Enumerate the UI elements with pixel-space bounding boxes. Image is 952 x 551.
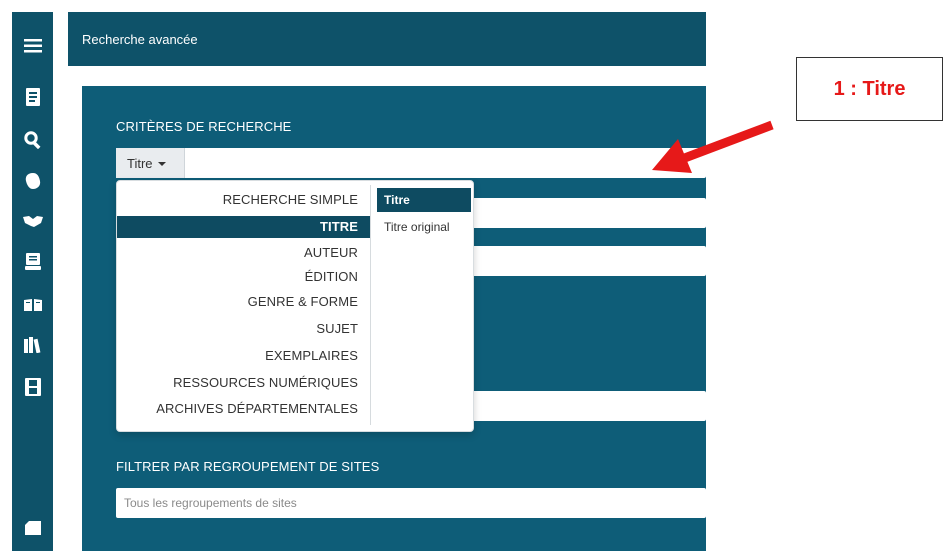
- title-search-input[interactable]: [116, 148, 706, 178]
- top-bar: Recherche avancée: [68, 12, 706, 66]
- category-exemplaires[interactable]: EXEMPLAIRES: [265, 348, 358, 363]
- menu-icon[interactable]: [12, 33, 53, 59]
- criteria-label: CRITÈRES DE RECHERCHE: [116, 119, 292, 134]
- category-edition[interactable]: ÉDITION: [305, 269, 358, 284]
- site-group-placeholder: Tous les regroupements de sites: [124, 496, 297, 510]
- site-group-field[interactable]: Tous les regroupements de sites: [116, 488, 706, 518]
- inbox-icon[interactable]: [12, 249, 53, 275]
- category-sujet[interactable]: SUJET: [316, 321, 358, 336]
- sidebar: [12, 12, 53, 551]
- criteria-dropdown: RECHERCHE SIMPLE TITRE AUTEUR ÉDITION GE…: [116, 180, 474, 432]
- search-field-3[interactable]: [470, 246, 706, 276]
- filter-label: FILTRER PAR REGROUPEMENT DE SITES: [116, 459, 380, 474]
- document-icon[interactable]: [12, 84, 53, 110]
- search-field-2[interactable]: [470, 198, 706, 228]
- film-icon[interactable]: [12, 374, 53, 400]
- annotation-callout: 1 : Titre: [796, 57, 943, 121]
- subitem-titre-original[interactable]: Titre original: [377, 220, 450, 234]
- page-title: Recherche avancée: [82, 32, 198, 47]
- search-icon[interactable]: [12, 127, 53, 153]
- category-list: RECHERCHE SIMPLE TITRE AUTEUR ÉDITION GE…: [117, 181, 370, 431]
- annotation-arrow-icon: [652, 120, 774, 173]
- category-titre[interactable]: TITRE: [117, 216, 370, 238]
- category-genre-forme[interactable]: GENRE & FORME: [248, 294, 358, 309]
- subitem-titre[interactable]: Titre: [377, 188, 471, 212]
- category-archives-departementales[interactable]: ARCHIVES DÉPARTEMENTALES: [156, 401, 358, 416]
- category-auteur[interactable]: AUTEUR: [304, 245, 358, 260]
- dropdown-divider: [370, 185, 371, 425]
- criteria-select[interactable]: Titre: [116, 148, 185, 178]
- open-book-icon[interactable]: [12, 292, 53, 318]
- user-icon[interactable]: [12, 168, 53, 194]
- library-icon[interactable]: [12, 332, 53, 358]
- search-field-4[interactable]: [470, 391, 706, 421]
- handshake-icon[interactable]: [12, 208, 53, 234]
- category-recherche-simple[interactable]: RECHERCHE SIMPLE: [223, 192, 358, 207]
- caret-down-icon: [157, 162, 166, 166]
- tag-icon[interactable]: [12, 515, 53, 541]
- category-ressources-numeriques[interactable]: RESSOURCES NUMÉRIQUES: [173, 375, 358, 390]
- criteria-select-label: Titre: [127, 155, 153, 171]
